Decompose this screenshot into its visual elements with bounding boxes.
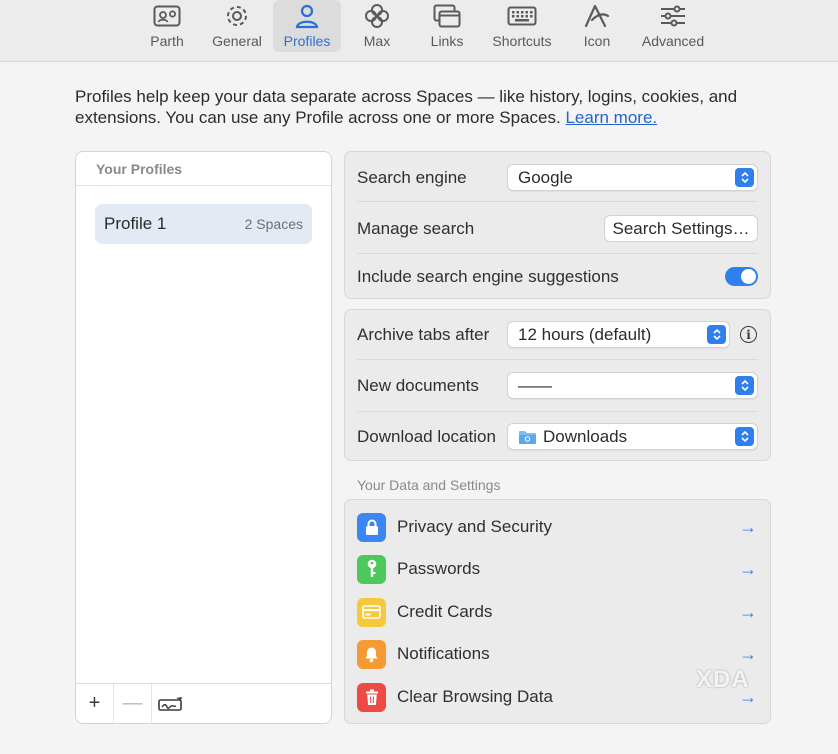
tab-label: Shortcuts: [492, 33, 552, 49]
arrow-right-icon: →: [739, 558, 757, 579]
passwords-row[interactable]: Passwords →: [345, 553, 770, 585]
toggle-knob: [741, 269, 756, 284]
search-engine-select[interactable]: Google: [507, 164, 758, 191]
tab-label: Profiles: [283, 33, 331, 49]
key-icon: [357, 554, 386, 584]
trash-icon: [357, 682, 386, 712]
arrow-right-icon: →: [739, 601, 757, 622]
tab-parth[interactable]: Parth: [141, 0, 193, 52]
gear-icon: [222, 2, 252, 30]
profiles-list-panel: Your Profiles Profile 1 2 Spaces + —: [75, 151, 332, 724]
sliders-icon: [658, 2, 688, 30]
bell-icon: [357, 639, 386, 669]
id-card-icon: [152, 2, 182, 30]
download-location-label: Download location: [357, 426, 496, 446]
divider: [357, 359, 758, 360]
search-settings-group: Search engine Google Manage search Searc…: [344, 151, 771, 299]
profiles-footer: + —: [76, 683, 331, 723]
privacy-security-row[interactable]: Privacy and Security →: [345, 511, 770, 543]
profiles-description: Profiles help keep your data separate ac…: [75, 86, 765, 128]
tab-profiles[interactable]: Profiles: [273, 0, 341, 52]
arrow-right-icon: →: [739, 643, 757, 664]
chevron-updown-icon: [735, 376, 754, 395]
tab-advanced[interactable]: Advanced: [637, 0, 709, 52]
new-documents-value: ——: [518, 375, 552, 395]
search-engine-label: Search engine: [357, 167, 467, 187]
suggestions-row: Include search engine suggestions: [345, 263, 770, 290]
tab-links[interactable]: Links: [424, 0, 470, 52]
download-location-select[interactable]: Downloads: [507, 423, 758, 450]
windows-icon: [432, 2, 462, 30]
divider: [357, 253, 758, 254]
archive-tabs-select[interactable]: 12 hours (default): [507, 321, 730, 348]
learn-more-link[interactable]: Learn more.: [565, 108, 657, 127]
chevron-updown-icon: [735, 427, 754, 446]
divider: [357, 201, 758, 202]
clear-browsing-data-label: Clear Browsing Data: [397, 687, 553, 706]
chevron-updown-icon: [707, 325, 726, 344]
tab-icon[interactable]: Icon: [577, 0, 617, 52]
tab-label: Max: [363, 33, 391, 49]
chevron-updown-icon: [735, 168, 754, 187]
add-profile-button[interactable]: +: [76, 683, 114, 723]
archive-tabs-value: 12 hours (default): [518, 324, 652, 344]
search-settings-button[interactable]: Search Settings…: [604, 215, 758, 242]
credit-card-icon: [357, 597, 386, 627]
folder-icon: [518, 429, 537, 445]
download-location-value: Downloads: [543, 426, 628, 446]
notifications-label: Notifications: [397, 644, 490, 663]
tab-label: General: [212, 33, 262, 49]
manage-search-row: Manage search Search Settings…: [345, 215, 770, 242]
profile-name: Profile 1: [104, 214, 167, 233]
profile-spaces-count: 2 Spaces: [244, 216, 303, 232]
download-location-row: Download location Downloads: [345, 423, 770, 450]
tab-label: Parth: [150, 33, 184, 49]
profiles-heading: Your Profiles: [76, 152, 331, 186]
archive-tabs-row: Archive tabs after 12 hours (default) i: [345, 321, 770, 348]
xda-watermark: XDA: [696, 666, 750, 693]
new-documents-row: New documents ——: [345, 372, 770, 399]
person-icon: [292, 2, 322, 30]
new-documents-select[interactable]: ——: [507, 372, 758, 399]
tab-max[interactable]: Max: [355, 0, 399, 52]
signature-icon: [158, 696, 182, 711]
lock-icon: [357, 512, 386, 542]
privacy-security-label: Privacy and Security: [397, 517, 552, 536]
search-engine-value: Google: [518, 167, 573, 187]
new-documents-label: New documents: [357, 375, 479, 395]
preferences-toolbar: Parth General Profiles Max Links Shortcu…: [0, 0, 838, 62]
search-engine-row: Search engine Google: [345, 164, 770, 191]
passwords-label: Passwords: [397, 559, 481, 578]
arc-logo-icon: [582, 2, 612, 30]
tab-label: Links: [430, 33, 464, 49]
credit-cards-row[interactable]: Credit Cards →: [345, 596, 770, 628]
tab-label: Icon: [583, 33, 611, 49]
archive-tabs-label: Archive tabs after: [357, 324, 490, 344]
arrow-right-icon: →: [739, 516, 757, 537]
keyboard-icon: [507, 2, 537, 30]
tabs-downloads-group: Archive tabs after 12 hours (default) i …: [344, 309, 771, 461]
credit-cards-label: Credit Cards: [397, 602, 493, 621]
suggestions-label: Include search engine suggestions: [357, 266, 619, 286]
max-flower-icon: [362, 2, 392, 30]
divider: [357, 411, 758, 412]
tab-label: Advanced: [641, 33, 705, 49]
tab-shortcuts[interactable]: Shortcuts: [486, 0, 558, 52]
tab-general[interactable]: General: [205, 0, 269, 52]
info-icon[interactable]: i: [740, 326, 757, 343]
data-section-title: Your Data and Settings: [357, 477, 501, 493]
suggestions-toggle[interactable]: [725, 267, 758, 286]
manage-search-label: Manage search: [357, 218, 475, 238]
profile-item[interactable]: Profile 1 2 Spaces: [95, 204, 312, 244]
remove-profile-button[interactable]: —: [114, 683, 152, 723]
edit-profile-button[interactable]: [152, 684, 190, 724]
